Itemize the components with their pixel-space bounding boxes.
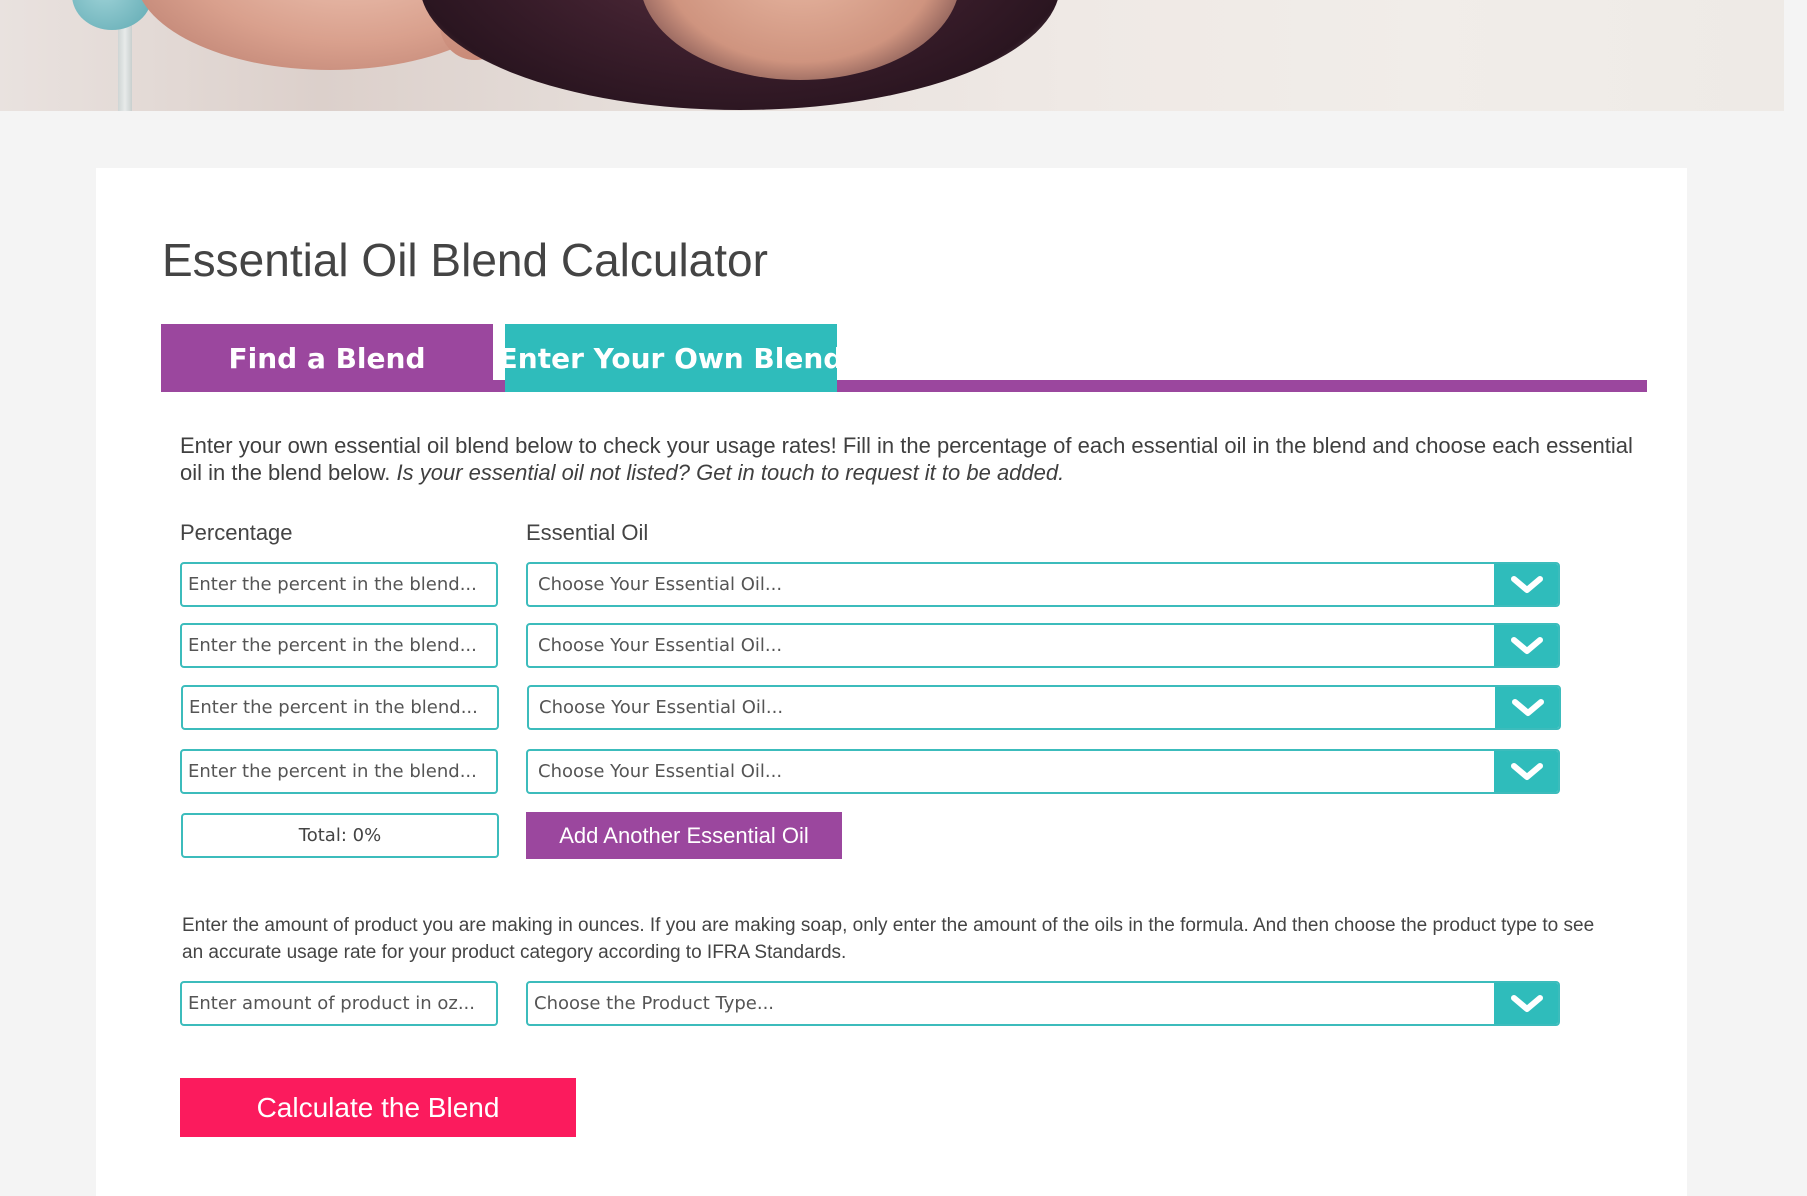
percent-input[interactable]: Enter the percent in the blend...	[180, 749, 498, 794]
essential-oil-select-text: Choose Your Essential Oil...	[538, 635, 783, 656]
essential-oil-select[interactable]: Choose Your Essential Oil...	[526, 562, 1560, 607]
intro-text: Enter your own essential oil blend below…	[180, 432, 1640, 486]
add-another-oil-button[interactable]: Add Another Essential Oil	[526, 812, 842, 859]
percent-input[interactable]: Enter the percent in the blend...	[180, 623, 498, 668]
chevron-down-icon[interactable]	[1494, 564, 1558, 605]
tab-bar: Find a Blend Enter Your Own Blend	[161, 324, 1647, 392]
total-display: Total: 0%	[181, 813, 499, 858]
chevron-down-icon[interactable]	[1494, 983, 1558, 1024]
page-title: Essential Oil Blend Calculator	[162, 234, 768, 286]
hero-image	[0, 0, 1784, 111]
tab-enter-your-own-blend[interactable]: Enter Your Own Blend	[499, 324, 843, 392]
tab-find-a-blend[interactable]: Find a Blend	[161, 324, 493, 392]
percentage-label: Percentage	[180, 520, 293, 545]
percent-input[interactable]: Enter the percent in the blend...	[181, 685, 499, 730]
essential-oil-label: Essential Oil	[526, 520, 649, 545]
chevron-down-icon[interactable]	[1495, 687, 1559, 728]
calculate-blend-button[interactable]: Calculate the Blend	[180, 1078, 576, 1137]
essential-oil-select[interactable]: Choose Your Essential Oil...	[527, 685, 1561, 730]
essential-oil-select-text: Choose Your Essential Oil...	[538, 761, 783, 782]
product-instructions: Enter the amount of product you are maki…	[182, 915, 1595, 963]
product-amount-input[interactable]: Enter amount of product in oz...	[180, 981, 498, 1026]
percent-input[interactable]: Enter the percent in the blend...	[180, 562, 498, 607]
essential-oil-select-text: Choose Your Essential Oil...	[538, 574, 783, 595]
chevron-down-icon[interactable]	[1494, 751, 1558, 792]
product-type-select-text: Choose the Product Type...	[534, 993, 775, 1014]
essential-oil-select[interactable]: Choose Your Essential Oil...	[526, 749, 1560, 794]
chevron-down-icon[interactable]	[1494, 625, 1558, 666]
essential-oil-select[interactable]: Choose Your Essential Oil...	[526, 623, 1560, 668]
essential-oil-select-text: Choose Your Essential Oil...	[539, 697, 784, 718]
calculator-card: Essential Oil Blend Calculator Find a Bl…	[96, 168, 1687, 1196]
diffuser-bulb	[72, 0, 152, 30]
intro-italic: Is your essential oil not listed? Get in…	[396, 460, 1065, 485]
product-type-select[interactable]: Choose the Product Type...	[526, 981, 1560, 1026]
